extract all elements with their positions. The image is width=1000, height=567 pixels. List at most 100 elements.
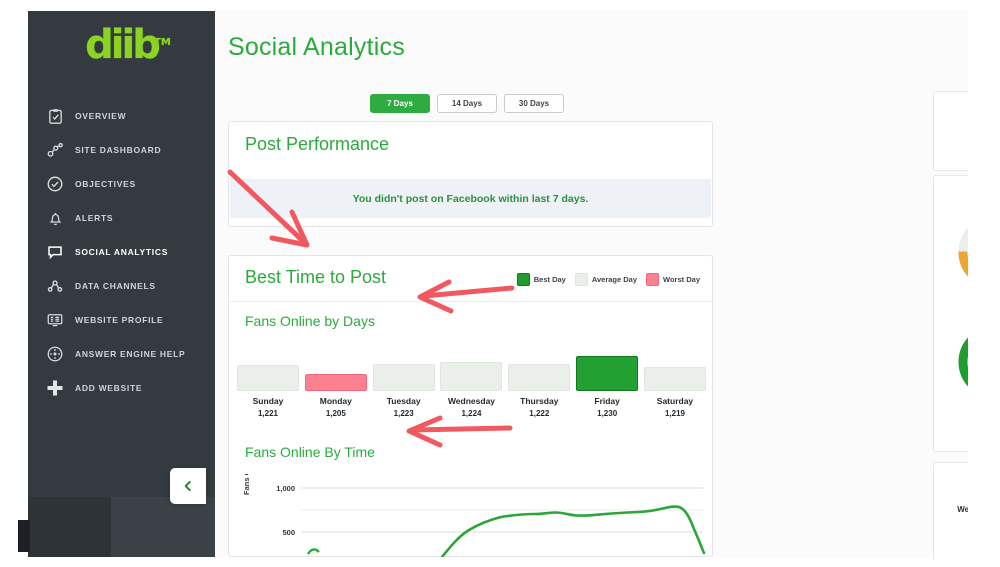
line-chart-svg: 1,000 500 [276,484,706,557]
tab-7-days[interactable]: 7 Days [370,94,430,113]
day-bar-slot [237,351,299,391]
day-name: Monday [319,396,352,406]
legend-label: Best Day [533,275,566,284]
best-time-title: Best Time to Post [245,267,387,287]
sidebar-item-data-channels[interactable]: DATA CHANNELS [28,269,215,303]
post-performance-card: Post Performance You didn't post on Face… [228,121,713,227]
day-value: 1,230 [597,409,618,418]
day-value: 1,221 [257,409,279,418]
day-bar-slot [440,351,503,391]
fans-online-by-time-title: Fans Online By Time [245,444,375,460]
legend-label: Worst Day [663,275,700,284]
logo-text: diib [85,22,161,68]
sidebar-item-label: SOCIAL ANALYTICS [75,247,169,257]
date-range-tabs: 7 Days 14 Days 30 Days [370,94,564,113]
day-value: 1,222 [529,409,550,418]
legend-item-best-day: Best Day [516,273,566,286]
notice-text: You didn't post on Facebook within last … [352,192,589,205]
fans-online-by-time-chart: Fans Online 1,000 500 [241,474,706,557]
screenshot-edge-artifact [18,520,30,552]
best-time-to-post-card: Best Time to Post Best Day Average Day W… [228,255,713,557]
day-name: Sunday [252,396,284,406]
page-title: Social Analytics [228,33,405,61]
chart-y-axis-label: Fans Online [242,474,251,495]
day-column[interactable]: Saturday 1,219 [643,351,706,418]
sidebar-item-overview[interactable]: OVERVIEW [28,99,215,133]
day-value: 1,205 [325,409,346,418]
screenshot-margin-top [0,0,1000,11]
day-value: 1,224 [461,409,482,418]
best-time-header: Best Time to Post Best Day Average Day W… [229,256,712,302]
chevron-left-icon [181,478,195,494]
day-name: Thursday [520,396,559,406]
day-bar-slot [508,351,571,391]
day-bar-slot [576,351,639,391]
trademark-symbol: TM [154,37,171,48]
legend-item-worst-day: Worst Day [646,273,700,286]
screenshot-margin-left [0,0,18,567]
nodes-graph-icon [44,139,66,161]
legend-item-average-day: Average Day [574,273,638,286]
chart-ytick-500: 500 [282,528,295,537]
check-circle-icon [44,173,66,195]
sidebar-item-add-website[interactable]: ADD WEBSITE [28,371,215,405]
sidebar-bottom-block [28,497,111,557]
sidebar-collapse-button[interactable] [170,468,206,504]
day-name: Friday [594,396,620,406]
sidebar-item-social-analytics[interactable]: SOCIAL ANALYTICS [28,235,215,269]
day-column[interactable]: Thursday 1,222 [508,351,571,418]
sidebar-item-label: OVERVIEW [75,111,127,121]
sidebar-item-label: ALERTS [75,213,114,223]
sidebar-item-label: OBJECTIVES [75,179,136,189]
monitor-list-icon [44,309,66,331]
post-performance-title: Post Performance [245,134,390,154]
sidebar-item-objectives[interactable]: OBJECTIVES [28,167,215,201]
day-name: Wednesday [447,396,496,406]
day-bar-average [237,365,299,391]
fans-online-by-days-chart: Sunday 1,221 Monday 1,205 Tuesday 1,223 [237,351,706,418]
bell-icon [44,207,66,229]
day-column[interactable]: Sunday 1,221 [237,351,299,418]
screenshot-margin-bottom [0,560,1000,567]
day-column[interactable]: Friday 1,230 [576,351,639,418]
sidebar-item-alerts[interactable]: ALERTS [28,201,215,235]
brand-logo[interactable]: diib TM [28,25,215,65]
day-bar-best [576,356,639,391]
sidebar-item-label: ADD WEBSITE [75,383,143,393]
sidebar-item-label: SITE DASHBOARD [75,145,162,155]
clipboard-check-icon [44,105,66,127]
sidebar-item-website-profile[interactable]: WEBSITE PROFILE [28,303,215,337]
day-column[interactable]: Wednesday 1,224 [440,351,503,418]
screenshot-margin-right [968,0,1000,567]
day-bar-slot [304,351,367,391]
legend-label: Average Day [591,275,638,284]
fans-online-by-days-title: Fans Online by Days [245,313,375,329]
day-value: 1,223 [393,409,414,418]
day-bar-average [372,364,435,391]
day-bar-slot [643,351,706,391]
sidebar-item-site-dashboard[interactable]: SITE DASHBOARD [28,133,215,167]
day-name: Tuesday [386,396,421,406]
tab-30-days[interactable]: 30 Days [504,94,564,113]
day-column[interactable]: Monday 1,205 [304,351,367,418]
sidebar-nav: OVERVIEW SITE DASHBOARD OBJECTIVES ALERT… [28,99,215,405]
post-performance-notice: You didn't post on Facebook within last … [230,179,711,218]
legend-swatch-worst [646,273,660,286]
plus-icon [44,377,66,399]
day-bar-worst [304,374,367,391]
day-bar-slot [372,351,435,391]
day-bar-average [440,362,503,391]
chat-bubble-icon [44,241,66,263]
sidebar-item-label: ANSWER ENGINE HELP [75,349,186,359]
day-bar-average [643,367,706,391]
day-value: 1,219 [664,409,685,418]
chart-ytick-1000: 1,000 [276,484,295,493]
day-name: Saturday [656,396,694,406]
sidebar-item-answer-engine-help[interactable]: ANSWER ENGINE HELP [28,337,215,371]
day-column[interactable]: Tuesday 1,223 [372,351,435,418]
tab-14-days[interactable]: 14 Days [437,94,497,113]
day-bar-average [508,364,571,391]
sidebar-item-label: DATA CHANNELS [75,281,156,291]
main-content: Social Analytics 7 Days 14 Days 30 Days … [215,11,1000,567]
compass-dots-icon [44,343,66,365]
